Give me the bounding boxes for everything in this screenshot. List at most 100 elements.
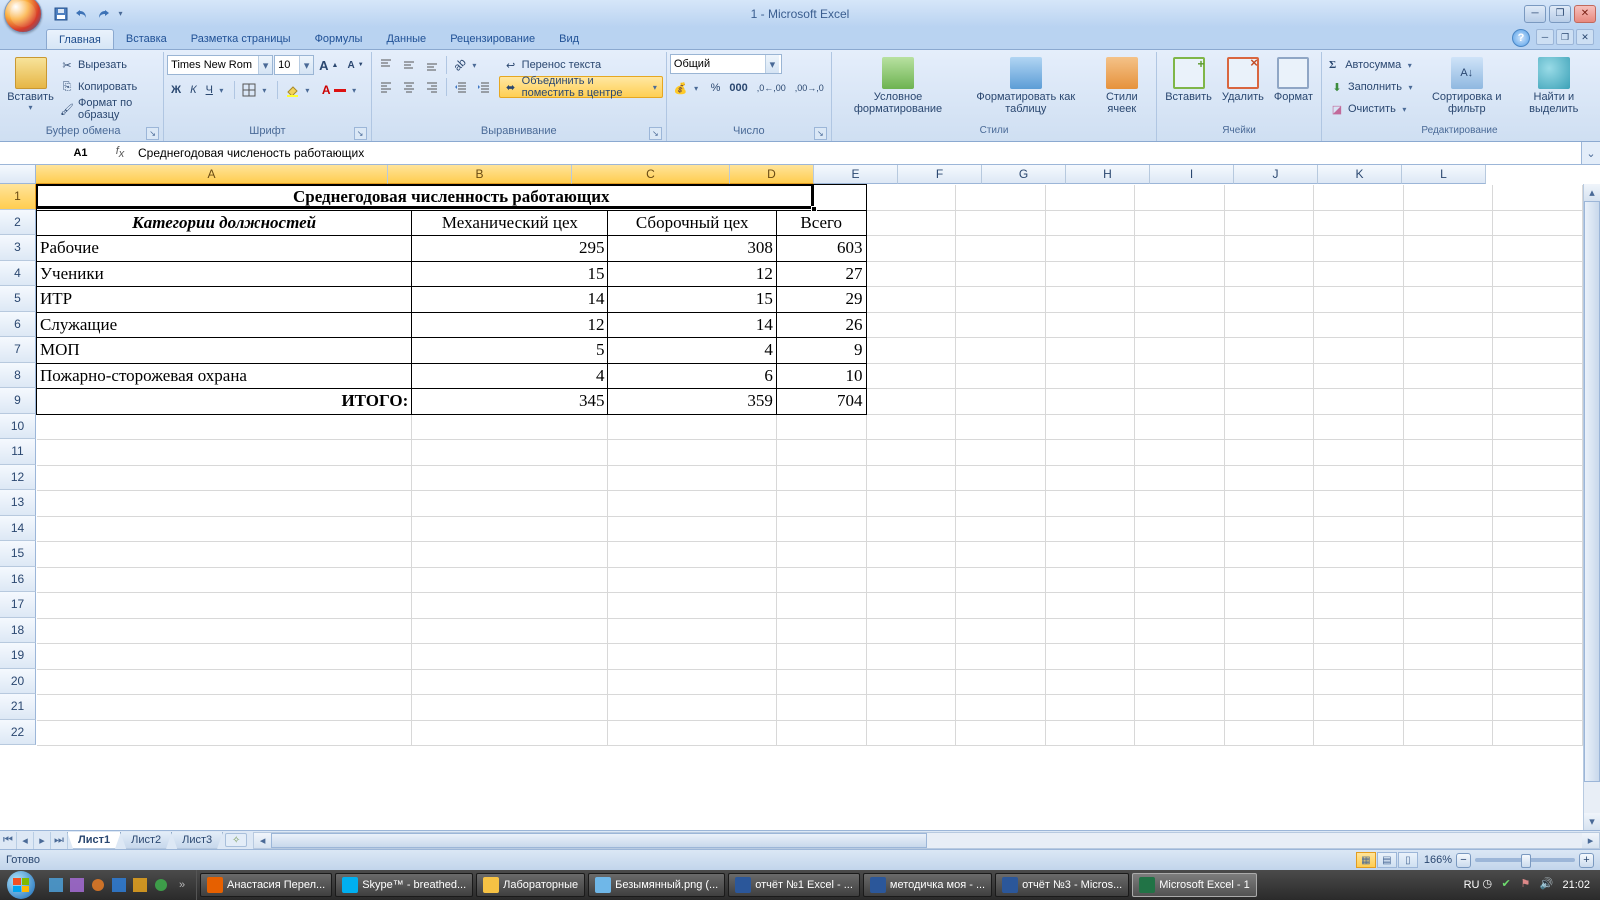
row-header-7[interactable]: 7 bbox=[0, 337, 36, 363]
chevron-down-icon[interactable]: ▾ bbox=[765, 55, 779, 73]
delete-cells-button[interactable]: Удалить bbox=[1217, 54, 1269, 124]
ql-icon[interactable] bbox=[67, 874, 87, 896]
cell[interactable] bbox=[1314, 389, 1404, 415]
column-header-A[interactable]: A bbox=[36, 165, 388, 184]
cell[interactable] bbox=[1403, 542, 1493, 568]
row-header-4[interactable]: 4 bbox=[0, 261, 36, 287]
column-header-G[interactable]: G bbox=[982, 165, 1066, 184]
tab-разметка страницы[interactable]: Разметка страницы bbox=[179, 29, 303, 49]
align-middle-button[interactable] bbox=[398, 54, 420, 76]
cell[interactable] bbox=[1045, 185, 1135, 211]
cell[interactable] bbox=[956, 312, 1046, 338]
minimize-button[interactable]: ─ bbox=[1524, 5, 1546, 23]
row-header-19[interactable]: 19 bbox=[0, 643, 36, 669]
cell[interactable] bbox=[1224, 185, 1314, 211]
cell[interactable] bbox=[1403, 210, 1493, 236]
decrease-indent-button[interactable] bbox=[450, 76, 472, 98]
row-header-21[interactable]: 21 bbox=[0, 694, 36, 720]
cell[interactable] bbox=[1403, 491, 1493, 517]
cell[interactable] bbox=[866, 312, 956, 338]
cell[interactable] bbox=[866, 618, 956, 644]
column-header-K[interactable]: K bbox=[1318, 165, 1402, 184]
underline-button[interactable]: Ч▾ bbox=[202, 79, 231, 101]
cell[interactable] bbox=[412, 593, 608, 619]
cell[interactable] bbox=[1403, 644, 1493, 670]
paste-button[interactable]: Вставить ▾ bbox=[6, 54, 55, 124]
increase-indent-button[interactable] bbox=[473, 76, 495, 98]
prev-sheet-icon[interactable]: ◂ bbox=[17, 832, 34, 849]
cell[interactable] bbox=[1135, 363, 1225, 389]
cell[interactable]: Ученики bbox=[37, 261, 412, 287]
cell[interactable] bbox=[608, 669, 776, 695]
font-launcher-icon[interactable]: ↘ bbox=[354, 127, 367, 140]
cell[interactable] bbox=[1135, 516, 1225, 542]
doc-close-button[interactable]: ✕ bbox=[1576, 29, 1594, 45]
cell[interactable] bbox=[37, 618, 412, 644]
cell[interactable] bbox=[608, 593, 776, 619]
cell[interactable] bbox=[866, 516, 956, 542]
cell[interactable] bbox=[1403, 720, 1493, 746]
cell[interactable] bbox=[1135, 695, 1225, 721]
sort-filter-button[interactable]: Сортировка и фильтр bbox=[1420, 54, 1514, 124]
cell[interactable] bbox=[1493, 567, 1583, 593]
cell[interactable] bbox=[1314, 720, 1404, 746]
undo-icon[interactable] bbox=[73, 5, 91, 23]
cell[interactable] bbox=[1224, 338, 1314, 364]
taskbar-item[interactable]: Анастасия Перел... bbox=[200, 873, 332, 897]
taskbar-item[interactable]: Безымянный.png (... bbox=[588, 873, 725, 897]
cell[interactable] bbox=[866, 695, 956, 721]
cell[interactable] bbox=[1224, 465, 1314, 491]
cell[interactable] bbox=[866, 210, 956, 236]
cell[interactable] bbox=[1493, 465, 1583, 491]
cell[interactable] bbox=[1045, 695, 1135, 721]
cell[interactable] bbox=[1224, 567, 1314, 593]
column-header-C[interactable]: C bbox=[572, 165, 730, 184]
ql-icon[interactable] bbox=[130, 874, 150, 896]
italic-button[interactable]: К bbox=[186, 79, 200, 101]
cell[interactable] bbox=[1224, 389, 1314, 415]
cell[interactable] bbox=[776, 593, 866, 619]
row-header-1[interactable]: 1 bbox=[0, 184, 36, 210]
cell[interactable] bbox=[956, 516, 1046, 542]
cell[interactable] bbox=[956, 695, 1046, 721]
cell[interactable] bbox=[1314, 669, 1404, 695]
cell[interactable] bbox=[1045, 542, 1135, 568]
cell[interactable] bbox=[608, 618, 776, 644]
cell[interactable] bbox=[866, 236, 956, 262]
cell[interactable] bbox=[608, 440, 776, 466]
cell[interactable] bbox=[608, 567, 776, 593]
cell[interactable] bbox=[866, 593, 956, 619]
row-header-10[interactable]: 10 bbox=[0, 414, 36, 440]
cell[interactable]: 308 bbox=[608, 236, 776, 262]
cell[interactable] bbox=[37, 644, 412, 670]
cell[interactable] bbox=[1493, 669, 1583, 695]
cell[interactable] bbox=[1403, 287, 1493, 313]
column-header-L[interactable]: L bbox=[1402, 165, 1486, 184]
cell[interactable] bbox=[1135, 618, 1225, 644]
add-sheet-button[interactable]: ✧ bbox=[225, 833, 247, 847]
zoom-in-button[interactable]: + bbox=[1579, 853, 1594, 868]
cell[interactable] bbox=[412, 465, 608, 491]
cell[interactable]: 12 bbox=[412, 312, 608, 338]
format-painter-button[interactable]: 🖌Формат по образцу bbox=[55, 98, 160, 120]
cell[interactable]: ИТОГО: bbox=[37, 389, 412, 415]
cell[interactable] bbox=[608, 644, 776, 670]
cell[interactable] bbox=[866, 338, 956, 364]
cell[interactable] bbox=[1135, 210, 1225, 236]
cell[interactable] bbox=[608, 414, 776, 440]
cell[interactable]: 704 bbox=[776, 389, 866, 415]
cell[interactable] bbox=[37, 695, 412, 721]
autosum-button[interactable]: Σ Автосумма▾ bbox=[1325, 54, 1420, 76]
cell[interactable] bbox=[956, 236, 1046, 262]
cell[interactable] bbox=[37, 414, 412, 440]
row-header-16[interactable]: 16 bbox=[0, 567, 36, 593]
cell[interactable] bbox=[1493, 236, 1583, 262]
taskbar-item[interactable]: Microsoft Excel - 1 bbox=[1132, 873, 1256, 897]
cell[interactable] bbox=[37, 491, 412, 517]
cell[interactable] bbox=[1224, 236, 1314, 262]
cell[interactable]: 4 bbox=[412, 363, 608, 389]
cell[interactable]: 603 bbox=[776, 236, 866, 262]
help-icon[interactable]: ? bbox=[1512, 29, 1530, 47]
cell[interactable] bbox=[776, 465, 866, 491]
cell[interactable] bbox=[1493, 695, 1583, 721]
